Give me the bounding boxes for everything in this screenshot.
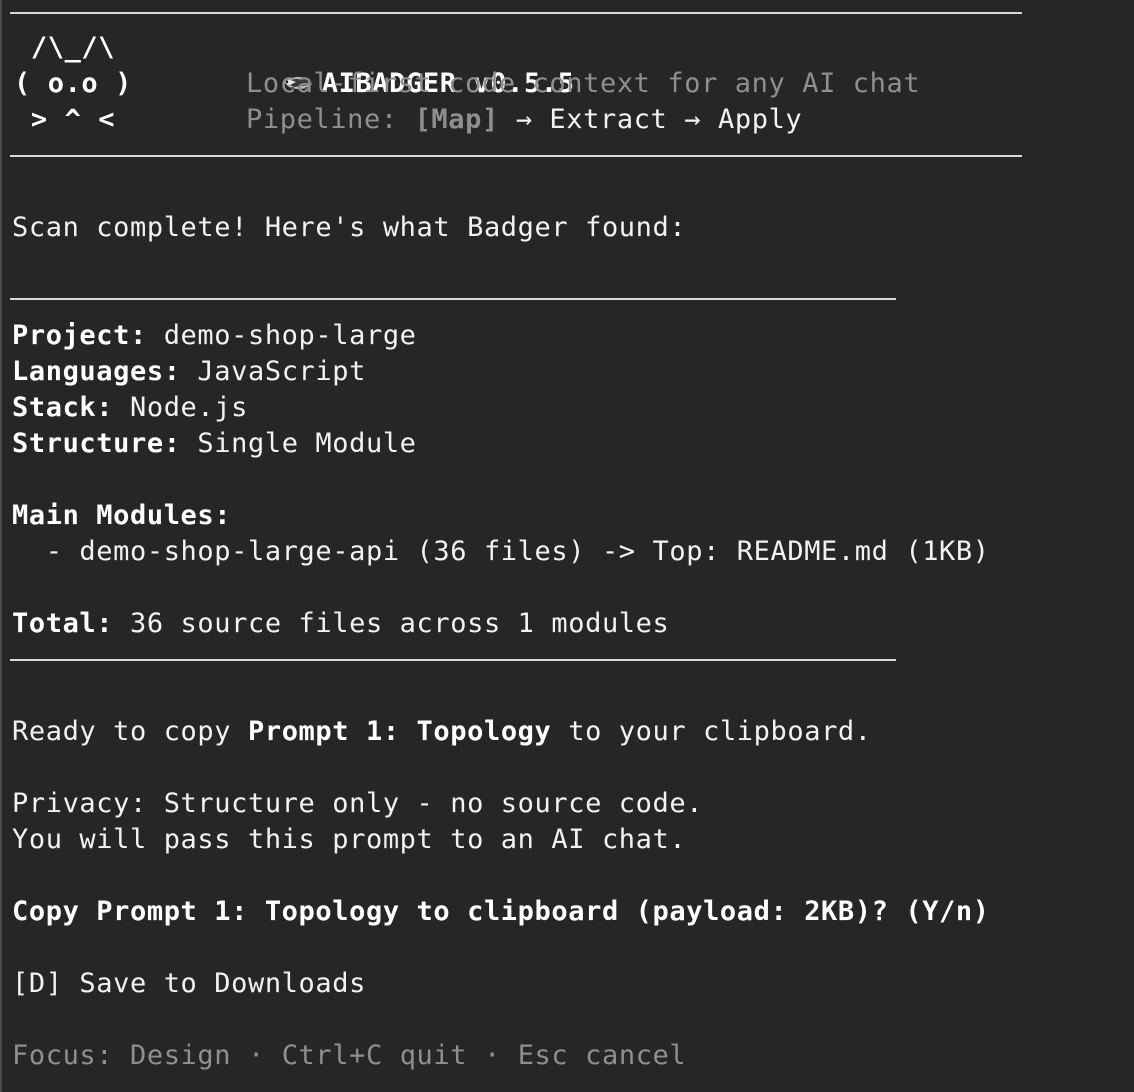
stack-label: Stack: xyxy=(12,392,114,423)
languages-row: Languages: JavaScript xyxy=(12,354,366,390)
project-row: Project: demo-shop-large xyxy=(12,318,417,354)
ascii-badger-row-3: > ^ < xyxy=(14,104,116,135)
ascii-badger-row-2: ( o.o ) xyxy=(14,68,132,99)
pipeline-arrow-icon: → xyxy=(667,104,718,135)
ready-suffix: to your clipboard. xyxy=(551,716,872,747)
languages-label: Languages: xyxy=(12,356,181,387)
cancel-hint[interactable]: Esc cancel xyxy=(518,1040,687,1071)
structure-row: Structure: Single Module xyxy=(12,426,417,462)
quit-hint[interactable]: Ctrl+C quit xyxy=(282,1040,467,1071)
total-label: Total: xyxy=(12,608,114,639)
languages-value: JavaScript xyxy=(180,356,366,387)
stack-value: Node.js xyxy=(113,392,248,423)
pipeline-arrow-icon: → xyxy=(498,104,550,135)
ascii-badger-row-1: /\_/\ xyxy=(14,32,116,63)
ready-prefix: Ready to copy xyxy=(12,716,248,747)
total-row: Total: 36 source files across 1 modules xyxy=(12,606,669,642)
total-value: 36 source files across 1 modules xyxy=(113,608,670,639)
pipeline-step-map: [Map] xyxy=(414,104,499,135)
copy-confirm-prompt[interactable]: Copy Prompt 1: Topology to clipboard (pa… xyxy=(12,894,990,930)
summary-top-rule xyxy=(10,298,896,300)
pipeline-step-apply: Apply xyxy=(718,104,803,135)
structure-label: Structure: xyxy=(12,428,181,459)
structure-value: Single Module xyxy=(180,428,417,459)
terminal-left-edge xyxy=(0,0,2,1092)
main-modules-label: Main Modules: xyxy=(12,500,232,531)
header-top-rule xyxy=(10,12,1022,14)
privacy-line-2: You will pass this prompt to an AI chat. xyxy=(12,824,687,855)
app-title: AIBADGER v0.5.5 xyxy=(246,30,575,99)
summary-bottom-rule xyxy=(10,659,896,661)
ready-prompt-name: Prompt 1: Topology xyxy=(247,716,552,747)
app-tagline: Local-first code context for any AI chat xyxy=(246,68,921,99)
pipeline-indicator: Pipeline: [Map] → Extract → Apply xyxy=(246,102,802,138)
project-value: demo-shop-large xyxy=(146,320,417,351)
pipeline-step-extract: Extract xyxy=(549,104,668,135)
project-label: Project: xyxy=(12,320,147,351)
focus-indicator: Focus: Design xyxy=(12,1040,232,1071)
footer-hints: Focus: Design · Ctrl+C quit · Esc cancel xyxy=(12,1038,686,1074)
header-bottom-rule xyxy=(10,155,1022,157)
scan-complete-message: Scan complete! Here's what Badger found: xyxy=(12,212,687,243)
module-list-item: - demo-shop-large-api (36 files) -> Top:… xyxy=(12,536,990,567)
privacy-line-1: Privacy: Structure only - no source code… xyxy=(12,788,704,819)
footer-separator: · xyxy=(231,1040,282,1071)
ready-message: Ready to copy Prompt 1: Topology to your… xyxy=(12,714,872,750)
pipeline-label: Pipeline: xyxy=(246,104,415,135)
footer-separator: · xyxy=(467,1040,518,1071)
stack-row: Stack: Node.js xyxy=(12,390,248,426)
save-to-downloads-option[interactable]: [D] Save to Downloads xyxy=(12,966,366,1002)
